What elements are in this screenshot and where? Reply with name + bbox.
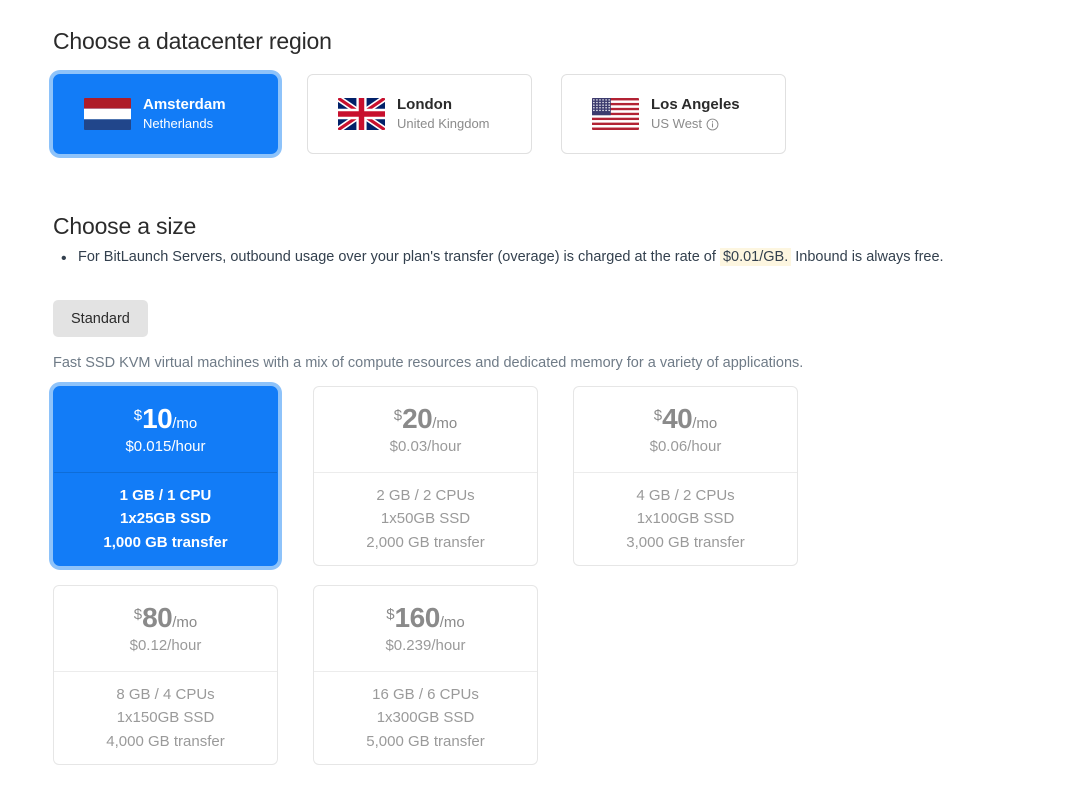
plan-spec-list: 1 GB / 1 CPU 1x25GB SSD 1,000 GB transfer [54,473,277,565]
plan-monthly-price: $10/mo [134,405,198,433]
plan-hourly-price: $0.015/hour [125,438,206,455]
plan-price-block: $160/mo $0.239/hour [314,586,537,671]
size-section-title: Choose a size [53,213,197,239]
price-amount: 20 [402,403,433,434]
plan-card-160[interactable]: $160/mo $0.239/hour 16 GB / 6 CPUs 1x300GB … [313,585,538,765]
plan-spec: 1x25GB SSD [120,510,211,528]
flag-united-kingdom-icon [338,98,385,130]
overage-note-before: For BitLaunch Servers, outbound usage ov… [78,249,716,265]
region-section-title: Choose a datacenter region [53,28,332,54]
plan-monthly-price: $20/mo [394,405,458,433]
plan-monthly-price: $80/mo [134,604,198,632]
plan-spec: 8 GB / 4 CPUs [116,686,215,704]
price-currency-symbol: $ [133,605,143,623]
region-card-list: Amsterdam Netherlands London United Kingdom… [53,74,786,154]
region-subtitle-label: United Kingdom [397,115,490,131]
price-currency-symbol: $ [653,406,663,424]
plan-spec: 2,000 GB transfer [366,533,485,551]
price-period: /mo [172,415,198,432]
plan-spec: 3,000 GB transfer [626,533,745,551]
overage-note-after: Inbound is always free. [795,249,944,265]
info-icon[interactable] [706,118,719,131]
region-card-los-angeles[interactable]: Los Angeles US West [561,74,786,154]
region-name: Amsterdam [143,96,226,114]
region-subtitle-label: US West [651,115,703,131]
region-name: London [397,96,452,114]
plan-monthly-price: $40/mo [654,405,718,433]
plan-spec-list: 4 GB / 2 CPUs 1x100GB SSD 3,000 GB transfe… [574,473,797,565]
region-subtitle: US West [651,115,755,132]
plan-spec: 4 GB / 2 CPUs [636,487,735,505]
plan-spec-list: 16 GB / 6 CPUs 1x300GB SSD 5,000 GB transf… [314,672,537,764]
plan-spec: 1x100GB SSD [636,510,735,528]
region-text: London United Kingdom [397,96,501,131]
size-category-tabs: Standard [53,300,148,337]
bullet-marker: • [61,250,67,267]
plan-spec-list: 8 GB / 4 CPUs 1x150GB SSD 4,000 GB transfe… [54,672,277,764]
flag-united-states-icon [592,98,639,130]
tab-standard[interactable]: Standard [53,300,148,337]
plan-card-40[interactable]: $40/mo $0.06/hour 4 GB / 2 CPUs 1x100GB SSD… [573,386,798,566]
plan-hourly-price: $0.06/hour [649,438,722,455]
price-amount: 80 [142,602,173,633]
price-currency-symbol: $ [133,406,143,424]
plan-spec: 1x300GB SSD [376,709,475,727]
plan-price-block: $10/mo $0.015/hour [54,387,277,472]
region-subtitle: United Kingdom [397,115,501,132]
region-subtitle: Netherlands [143,115,247,132]
plan-monthly-price: $160/mo [386,604,465,632]
price-amount: 10 [142,403,173,434]
plan-price-block: $20/mo $0.03/hour [314,387,537,472]
price-currency-symbol: $ [386,605,395,623]
region-name: Los Angeles [651,96,740,114]
region-text: Los Angeles US West [651,96,755,131]
plan-spec: 5,000 GB transfer [366,732,485,750]
plan-spec-list: 2 GB / 2 CPUs 1x50GB SSD 2,000 GB transfer [314,473,537,565]
price-amount: 160 [394,602,441,633]
region-card-amsterdam[interactable]: Amsterdam Netherlands [53,74,278,154]
plan-price-block: $40/mo $0.06/hour [574,387,797,472]
plan-hourly-price: $0.239/hour [385,637,466,654]
plan-card-20[interactable]: $20/mo $0.03/hour 2 GB / 2 CPUs 1x50GB SSD 2… [313,386,538,566]
plan-hourly-price: $0.03/hour [389,438,462,455]
region-subtitle-label: Netherlands [143,115,214,131]
plan-card-10[interactable]: $10/mo $0.015/hour 1 GB / 1 CPU 1x25GB SSD 1… [53,386,278,566]
region-card-london[interactable]: London United Kingdom [307,74,532,154]
plan-spec: 1x150GB SSD [116,709,215,727]
size-category-description: Fast SSD KVM virtual machines with a mix… [53,355,804,371]
page-root: Choose a datacenter region Amsterdam Neth… [0,0,1076,790]
plan-spec: 1x50GB SSD [380,510,471,528]
plan-hourly-price: $0.12/hour [129,637,202,654]
plan-spec: 1,000 GB transfer [103,533,228,551]
overage-note: • For BitLaunch Servers, outbound usage o… [61,248,944,267]
plan-spec: 1 GB / 1 CPU [119,487,212,505]
plan-card-80[interactable]: $80/mo $0.12/hour 8 GB / 4 CPUs 1x150GB SSD… [53,585,278,765]
flag-netherlands-icon [84,98,131,130]
plan-spec: 4,000 GB transfer [106,732,225,750]
region-text: Amsterdam Netherlands [143,96,247,131]
price-period: /mo [172,614,198,631]
plan-price-block: $80/mo $0.12/hour [54,586,277,671]
price-period: /mo [432,415,458,432]
price-period: /mo [439,614,465,631]
overage-rate-highlight: $0.01/GB. [719,248,792,266]
plan-spec: 2 GB / 2 CPUs [376,487,475,505]
plan-card-grid: $10/mo $0.015/hour 1 GB / 1 CPU 1x25GB SSD 1… [53,386,1043,765]
price-period: /mo [692,415,718,432]
price-amount: 40 [662,403,693,434]
plan-spec: 16 GB / 6 CPUs [372,686,479,704]
price-currency-symbol: $ [393,406,403,424]
